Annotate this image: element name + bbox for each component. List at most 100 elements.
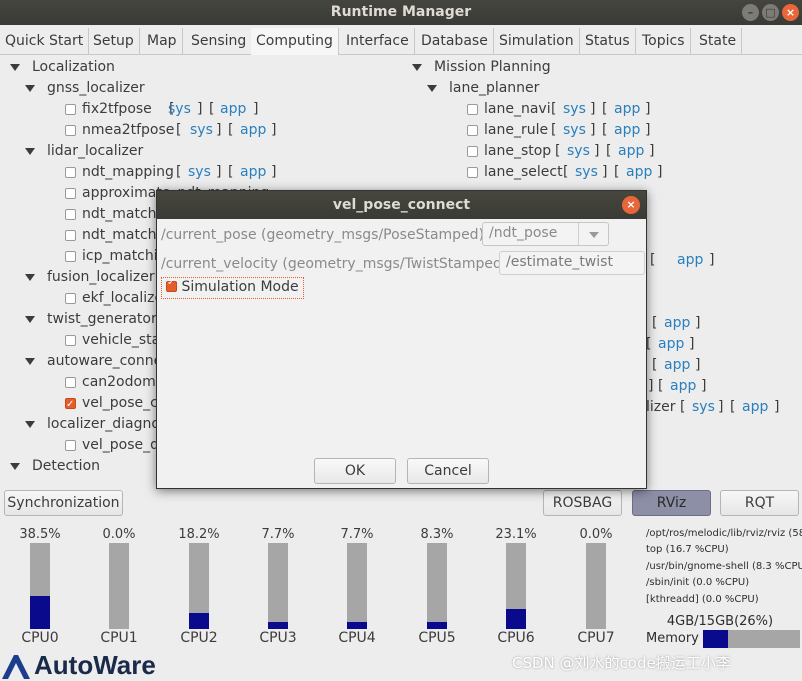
icp-matching-checkbox[interactable] — [65, 251, 76, 262]
current-velocity-label: /current_velocity (geometry_msgs/TwistSt… — [161, 256, 508, 272]
sys-link[interactable]: sys — [567, 141, 590, 162]
process-entry: /usr/bin/gnome-shell (8.3 %CPU) — [646, 561, 802, 572]
app-link[interactable]: app — [626, 162, 652, 183]
cpu-monitor: 38.5% CPU0 0.0% CPU1 18.2% CPU2 7.7% CPU3 7.… — [0, 519, 642, 649]
cpu-fill — [427, 621, 447, 629]
ekf-localizer-checkbox[interactable] — [65, 293, 76, 304]
tab-interface[interactable]: Interface — [341, 28, 415, 55]
memory-text: 4GB/15GB(26%) — [666, 614, 774, 629]
cpu-fill — [189, 613, 209, 629]
memory-fill — [703, 630, 729, 648]
process-list: /opt/ros/melodic/lib/rviz/rviz (58 top (… — [642, 519, 802, 649]
app-link[interactable]: app — [677, 250, 703, 271]
app-link[interactable]: app — [220, 99, 246, 120]
lane-select-checkbox[interactable] — [467, 167, 478, 178]
app-link[interactable]: app — [658, 334, 684, 355]
ndt-matching-monitor-checkbox[interactable] — [65, 230, 76, 241]
chevron-down-icon[interactable] — [578, 223, 608, 245]
expander-icon[interactable] — [10, 463, 20, 470]
app-link[interactable]: app — [618, 141, 644, 162]
cancel-button[interactable]: Cancel — [407, 458, 489, 484]
tab-computing[interactable]: Computing — [251, 28, 339, 55]
window-title: Runtime Manager — [330, 4, 472, 20]
close-icon[interactable]: × — [782, 4, 799, 21]
process-entry: [kthreadd] (0.0 %CPU) — [646, 594, 759, 605]
tab-topics[interactable]: Topics — [637, 28, 691, 55]
expander-icon[interactable] — [25, 316, 35, 323]
expander-icon[interactable] — [427, 85, 437, 92]
lane-navi-checkbox[interactable] — [467, 104, 478, 115]
sys-link[interactable]: sys — [575, 162, 598, 183]
lane-rule-checkbox[interactable] — [467, 125, 478, 136]
action-bar: Synchronization ROSBAG RViz RQT — [0, 487, 802, 519]
tab-simulation[interactable]: Simulation — [494, 28, 580, 55]
sys-link[interactable]: sys — [188, 162, 211, 183]
app-link[interactable]: app — [614, 99, 640, 120]
tab-map[interactable]: Map — [142, 28, 183, 55]
app-link[interactable]: app — [240, 162, 266, 183]
minimize-icon[interactable]: – — [742, 4, 759, 21]
expander-icon[interactable] — [412, 64, 422, 71]
expander-icon[interactable] — [10, 64, 20, 71]
sys-link[interactable]: sys — [563, 120, 586, 141]
expander-icon[interactable] — [25, 358, 35, 365]
expander-icon[interactable] — [25, 85, 35, 92]
sys-link[interactable]: sys — [168, 99, 191, 120]
cpu-fill — [506, 609, 526, 629]
cpu-fill — [268, 622, 288, 629]
vehicle-state-checkbox[interactable] — [65, 335, 76, 346]
dialog-close-icon[interactable]: × — [622, 196, 640, 214]
autoware-logo-text: AutoWare — [34, 650, 156, 680]
approximate-checkbox[interactable] — [65, 188, 76, 199]
expander-icon[interactable] — [25, 421, 35, 428]
app-link[interactable]: app — [664, 313, 690, 334]
process-entry: top (16.7 %CPU) — [646, 544, 729, 555]
dialog-title: vel_pose_connect — [157, 191, 646, 219]
tab-bar: Quick Start Setup Map Sensing Computing … — [0, 25, 802, 55]
nmea2tfpose-checkbox[interactable] — [65, 125, 76, 136]
ndt-mapping-checkbox[interactable] — [65, 167, 76, 178]
ndt-matching-checkbox[interactable] — [65, 209, 76, 220]
process-entry: /opt/ros/melodic/lib/rviz/rviz (58 — [646, 528, 802, 539]
tab-status[interactable]: Status — [580, 28, 636, 55]
simulation-mode-checkbox[interactable]: Simulation Mode — [161, 277, 304, 299]
maximize-icon[interactable]: □ — [762, 4, 779, 21]
vel-pose-diff-checkbox[interactable] — [65, 440, 76, 451]
app-link[interactable]: app — [664, 355, 690, 376]
app-link[interactable]: app — [742, 397, 768, 418]
tab-database[interactable]: Database — [416, 28, 494, 55]
rviz-button[interactable]: RViz — [632, 490, 711, 516]
synchronization-button[interactable]: Synchronization — [4, 490, 123, 516]
rqt-button[interactable]: RQT — [720, 490, 799, 516]
current-velocity-input[interactable]: /estimate_twist — [499, 251, 645, 275]
current-pose-label: /current_pose (geometry_msgs/PoseStamped… — [161, 227, 485, 243]
memory-label: Memory — [646, 631, 699, 646]
sys-link[interactable]: sys — [563, 99, 586, 120]
tab-sensing[interactable]: Sensing — [186, 28, 253, 55]
simulation-mode-check-icon[interactable] — [166, 277, 177, 292]
title-bar: Runtime Manager – □ × — [0, 0, 802, 25]
ok-button[interactable]: OK — [314, 458, 396, 484]
sys-link[interactable]: sys — [692, 397, 715, 418]
vel-pose-connect-dialog: vel_pose_connect × /current_pose (geomet… — [156, 190, 647, 489]
cpu-fill — [30, 595, 50, 629]
tab-setup[interactable]: Setup — [88, 28, 140, 55]
fix2tfpose-checkbox[interactable] — [65, 104, 76, 115]
app-link[interactable]: app — [614, 120, 640, 141]
current-pose-combo[interactable]: /ndt_pose — [482, 222, 609, 246]
vel-pose-connect-checkbox[interactable] — [65, 394, 76, 415]
lane-stop-checkbox[interactable] — [467, 146, 478, 157]
cpu-fill — [347, 622, 367, 629]
footer: AutoWare CSDN @刘水的code搬运工小李 — [0, 649, 802, 681]
app-link[interactable]: app — [670, 376, 696, 397]
tab-quick-start[interactable]: Quick Start — [0, 28, 90, 55]
tab-state[interactable]: State — [694, 28, 743, 55]
memory-bar — [703, 630, 800, 648]
app-link[interactable]: app — [240, 120, 266, 141]
sys-link[interactable]: sys — [190, 120, 213, 141]
can2odom-checkbox[interactable] — [65, 377, 76, 388]
rosbag-button[interactable]: ROSBAG — [543, 490, 622, 516]
watermark: CSDN @刘水的code搬运工小李 — [512, 654, 731, 672]
expander-icon[interactable] — [25, 148, 35, 155]
expander-icon[interactable] — [25, 274, 35, 281]
